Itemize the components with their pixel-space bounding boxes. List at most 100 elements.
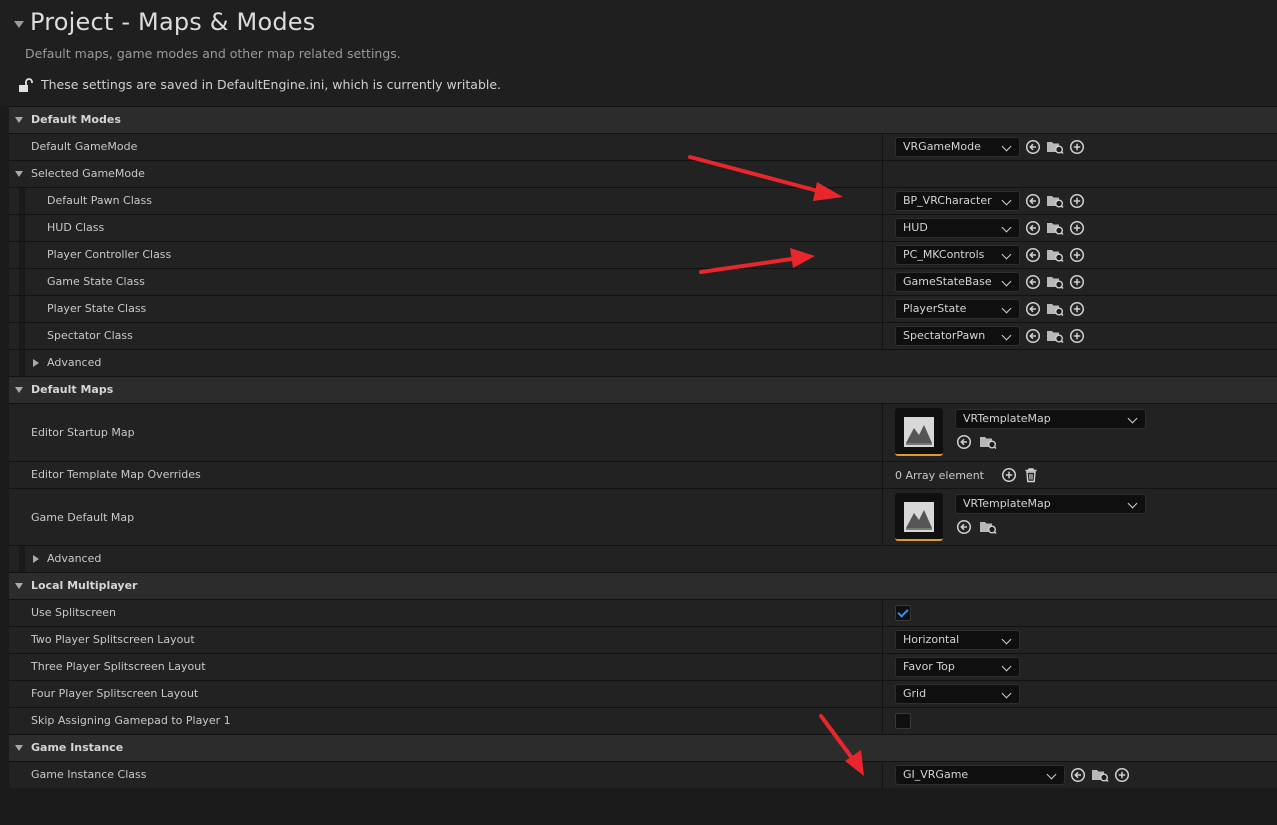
expand-triangle-icon[interactable] [33,359,39,367]
browse-folder-icon[interactable] [1046,246,1064,264]
array-count: 0 Array element [895,468,984,482]
chevron-down-icon [1001,634,1012,645]
use-selected-icon[interactable] [1069,766,1087,784]
property-label: Advanced [47,552,102,565]
chevron-down-icon [1001,249,1012,260]
trash-icon[interactable] [1022,466,1040,484]
add-new-icon[interactable] [1068,246,1086,264]
skip-gamepad-checkbox[interactable] [895,713,911,729]
browse-folder-icon[interactable] [1046,327,1064,345]
property-label: Player State Class [47,302,147,315]
four-player-layout-combo[interactable]: Grid [895,684,1020,704]
row-selected-gamemode[interactable]: Selected GameMode [9,160,1277,187]
row-editor-template-overrides: Editor Template Map Overrides 0 Array el… [9,461,1277,488]
property-label: Default GameMode [31,140,138,153]
expand-triangle-icon[interactable] [15,117,23,123]
expand-triangle-icon[interactable] [15,171,23,177]
row-spectator-class: Spectator Class SpectatorPawn [9,322,1277,349]
browse-folder-icon[interactable] [1046,192,1064,210]
page-title: Project - Maps & Modes [30,8,316,36]
three-player-layout-combo[interactable]: Favor Top [895,657,1020,677]
row-advanced-modes[interactable]: Advanced [9,349,1277,376]
property-label: Default Pawn Class [47,194,152,207]
use-selected-icon[interactable] [1024,192,1042,210]
game-state-combo[interactable]: GameStateBase [895,272,1020,292]
category-local-multiplayer[interactable]: Local Multiplayer [9,572,1277,599]
use-selected-icon[interactable] [1024,273,1042,291]
property-label: Advanced [47,356,102,369]
use-selected-icon[interactable] [955,433,973,451]
property-label: Spectator Class [47,329,133,342]
category-label: Default Modes [31,113,121,126]
use-selected-icon[interactable] [955,518,973,536]
row-skip-gamepad: Skip Assigning Gamepad to Player 1 [9,707,1277,734]
chevron-down-icon [1001,330,1012,341]
settings-header: Project - Maps & Modes Default maps, gam… [0,0,1277,106]
browse-folder-icon[interactable] [1046,273,1064,291]
game-instance-combo[interactable]: GI_VRGame [895,765,1065,785]
chevron-down-icon [1046,769,1057,780]
default-gamemode-combo[interactable]: VRGameMode [895,137,1020,157]
chevron-down-icon [1001,195,1012,206]
expand-triangle-icon[interactable] [15,583,23,589]
collapse-triangle-icon[interactable] [14,21,24,28]
browse-folder-icon[interactable] [1046,219,1064,237]
add-element-icon[interactable] [1000,466,1018,484]
map-thumbnail[interactable] [895,493,943,541]
use-selected-icon[interactable] [1024,300,1042,318]
add-new-icon[interactable] [1068,327,1086,345]
property-label: Use Splitscreen [31,606,117,619]
row-advanced-maps[interactable]: Advanced [9,545,1277,572]
add-new-icon[interactable] [1068,273,1086,291]
editor-startup-map-combo[interactable]: VRTemplateMap [955,409,1146,429]
default-pawn-combo[interactable]: BP_VRCharacter [895,191,1020,211]
expand-triangle-icon[interactable] [15,745,23,751]
browse-folder-icon[interactable] [979,433,997,451]
add-new-icon[interactable] [1068,192,1086,210]
chevron-down-icon [1001,276,1012,287]
property-label: Editor Template Map Overrides [31,468,201,481]
use-splitscreen-checkbox[interactable] [895,605,911,621]
add-new-icon[interactable] [1068,300,1086,318]
game-default-map-combo[interactable]: VRTemplateMap [955,494,1146,514]
page-subtitle: Default maps, game modes and other map r… [25,46,401,61]
category-default-maps[interactable]: Default Maps [9,376,1277,403]
row-three-player-layout: Three Player Splitscreen Layout Favor To… [9,653,1277,680]
add-new-icon[interactable] [1068,219,1086,237]
browse-folder-icon[interactable] [1046,300,1064,318]
use-selected-icon[interactable] [1024,327,1042,345]
use-selected-icon[interactable] [1024,219,1042,237]
property-label: Skip Assigning Gamepad to Player 1 [31,714,231,727]
browse-folder-icon[interactable] [979,518,997,536]
category-default-modes[interactable]: Default Modes [9,106,1277,133]
player-controller-combo[interactable]: PC_MKControls [895,245,1020,265]
use-selected-icon[interactable] [1024,246,1042,264]
map-thumbnail[interactable] [895,408,943,456]
property-label: Two Player Splitscreen Layout [31,633,195,646]
row-default-pawn-class: Default Pawn Class BP_VRCharacter [9,187,1277,214]
property-label: Game Default Map [31,510,135,524]
player-state-combo[interactable]: PlayerState [895,299,1020,319]
property-label: Editor Startup Map [31,426,135,439]
property-label: Game State Class [47,275,145,288]
browse-folder-icon[interactable] [1091,766,1109,784]
category-game-instance[interactable]: Game Instance [9,734,1277,761]
property-label: HUD Class [47,221,105,234]
property-label: Three Player Splitscreen Layout [31,660,206,673]
row-hud-class: HUD Class HUD [9,214,1277,241]
chevron-down-icon [1001,303,1012,314]
hud-class-combo[interactable]: HUD [895,218,1020,238]
use-selected-icon[interactable] [1024,138,1042,156]
add-new-icon[interactable] [1068,138,1086,156]
chevron-down-icon [1001,141,1012,152]
expand-triangle-icon[interactable] [33,555,39,563]
row-player-state-class: Player State Class PlayerState [9,295,1277,322]
two-player-layout-combo[interactable]: Horizontal [895,630,1020,650]
chevron-down-icon [1127,413,1138,424]
browse-folder-icon[interactable] [1046,138,1064,156]
chevron-down-icon [1001,661,1012,672]
chevron-down-icon [1001,222,1012,233]
add-new-icon[interactable] [1113,766,1131,784]
expand-triangle-icon[interactable] [15,387,23,393]
spectator-class-combo[interactable]: SpectatorPawn [895,326,1020,346]
